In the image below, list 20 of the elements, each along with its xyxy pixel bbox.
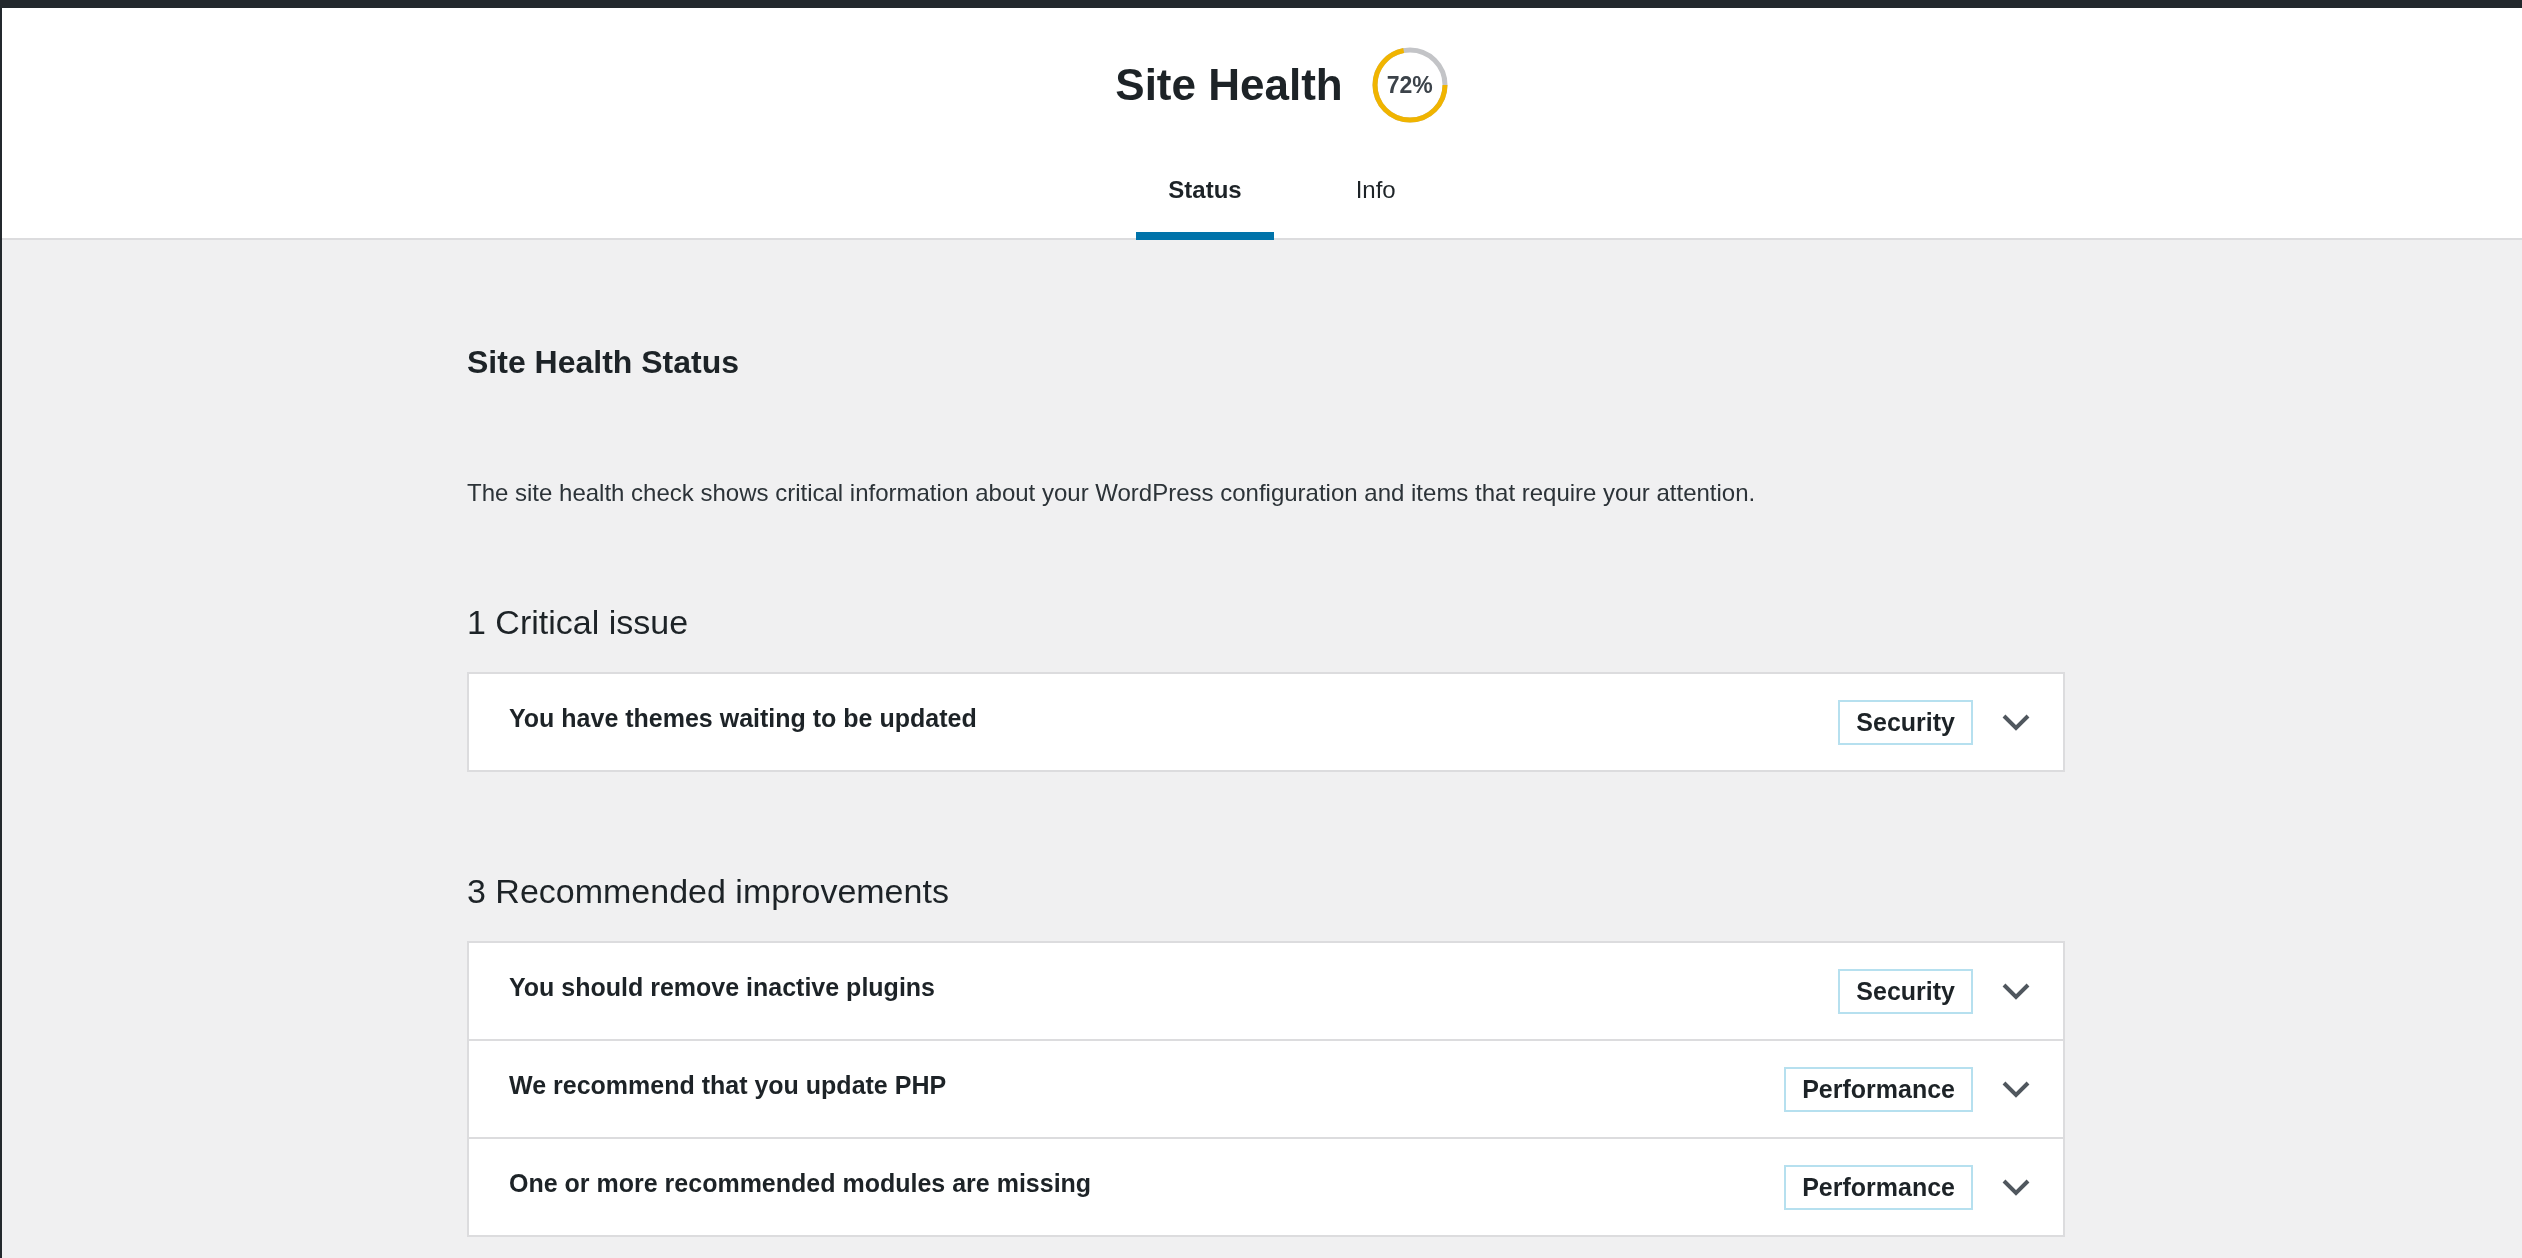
issue-title: You have themes waiting to be updated [509, 703, 978, 734]
category-tag: Security [1838, 699, 1973, 745]
chevron-icon [2001, 1080, 2031, 1098]
description-text: The site health check shows critical information about your WordPress configuration and items that require your attention. [467, 479, 1757, 507]
page-title: Site Health [1115, 60, 1343, 110]
chevron-icon [2001, 982, 2031, 1000]
chevron-icon [2001, 1178, 2031, 1196]
section-title: Site Health Status [467, 344, 741, 381]
issue-title: You should remove inactive plugins [509, 972, 936, 1003]
chevron-icon [2001, 713, 2031, 731]
tab[interactable]: Info [1323, 162, 1428, 240]
category-tag: Security [1838, 968, 1973, 1014]
category-tag: Performance [1784, 1066, 1973, 1112]
group-heading: 3 Recommended improvements [467, 872, 950, 911]
issue-title: We recommend that you update PHP [509, 1070, 948, 1101]
tab[interactable]: Status [1136, 162, 1274, 240]
score-percent: 72% [1386, 71, 1433, 99]
group-heading: 1 Critical issue [467, 603, 690, 642]
category-tag: Performance [1784, 1164, 1973, 1210]
issue-title: One or more recommended modules are missing [509, 1168, 1093, 1199]
